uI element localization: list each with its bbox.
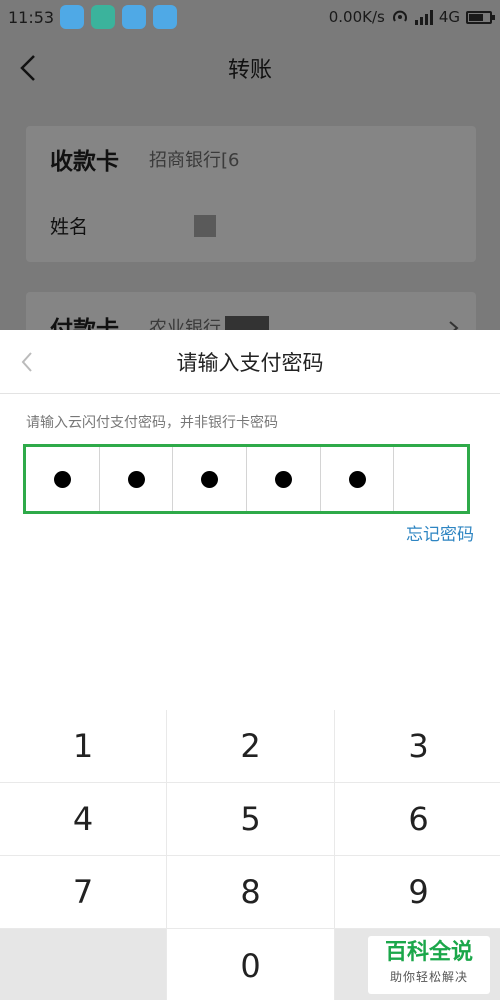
pin-dot (53, 470, 71, 488)
weather-app-icon (153, 5, 178, 29)
pin-dot (201, 470, 219, 488)
dialog-header: 请输入支付密码 (0, 330, 500, 394)
key-6[interactable]: 6 (335, 783, 500, 855)
watermark-subtitle: 助你轻松解决 (389, 970, 468, 984)
watermark-logo: 百科全说 助你轻松解决 (368, 936, 490, 994)
hotspot-icon (392, 10, 407, 22)
key-8[interactable]: 8 (167, 856, 334, 928)
payee-label: 收款卡 (50, 149, 119, 175)
key-9[interactable]: 9 (335, 856, 500, 928)
weather-app-icon (60, 5, 85, 29)
forgot-password-link[interactable]: 忘记密码 (406, 520, 474, 545)
payer-row: 付款卡 农业银行 (50, 310, 269, 330)
key-5[interactable]: 5 (167, 783, 334, 855)
key-1[interactable]: 1 (0, 710, 166, 782)
key-0[interactable]: 0 (167, 929, 334, 1000)
pin-dot (348, 470, 366, 488)
name-label: 姓名 (50, 216, 89, 238)
keypad-blank (0, 929, 166, 1000)
scan-app-icon (91, 5, 116, 29)
back-arrow-icon[interactable] (16, 52, 42, 84)
key-3[interactable]: 3 (335, 710, 500, 782)
nav-bar: 转账 (0, 40, 500, 96)
payee-row: 收款卡 招商银行[6 (50, 142, 239, 176)
password-hint: 请输入云闪付支付密码，并非银行卡密码 (26, 415, 278, 431)
payee-bank: 招商银行[6 (149, 150, 240, 171)
network-speed: 0.00K/s (328, 8, 385, 26)
background-page: 11:53 0.00K/s 4G 转账 收款卡 招商银行[6 姓名 付款卡 农业… (0, 0, 500, 330)
page-title: 转账 (227, 58, 272, 83)
status-time: 11:53 (8, 7, 55, 27)
back-arrow-icon[interactable] (18, 350, 36, 374)
network-type: 4G (438, 8, 460, 26)
name-row: 姓名 (50, 212, 217, 239)
weather-app-icon (122, 5, 147, 29)
pin-input[interactable] (23, 444, 470, 514)
masked-card-number (225, 316, 269, 330)
status-bar: 11:53 0.00K/s 4G (0, 0, 500, 34)
key-7[interactable]: 7 (0, 856, 166, 928)
pin-cell (394, 447, 467, 511)
signal-icon (414, 9, 433, 25)
pin-cell (173, 447, 248, 511)
payee-card: 收款卡 招商银行[6 姓名 (26, 126, 476, 262)
payer-card[interactable]: 付款卡 农业银行 (26, 292, 476, 330)
dialog-title: 请输入支付密码 (176, 350, 324, 375)
pin-cell (100, 447, 174, 511)
key-2[interactable]: 2 (167, 710, 334, 782)
payer-bank: 农业银行 (149, 318, 221, 330)
watermark-title: 百科全说 (384, 940, 473, 965)
battery-icon (466, 10, 495, 24)
pin-cell (26, 447, 100, 511)
pin-dot (127, 470, 145, 488)
key-4[interactable]: 4 (0, 783, 166, 855)
chevron-right-icon (449, 321, 459, 330)
pin-dot (274, 470, 292, 488)
payer-label: 付款卡 (50, 317, 119, 330)
pin-cell (321, 447, 395, 511)
pin-cell (247, 447, 321, 511)
masked-name (194, 214, 217, 237)
